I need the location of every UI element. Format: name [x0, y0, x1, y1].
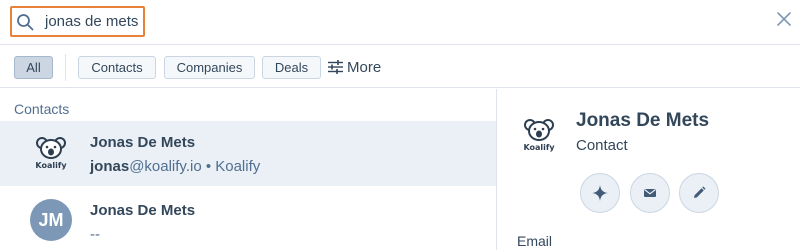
search-query: jonas de mets	[45, 13, 139, 30]
email-rest: @koalify.io • Koalify	[129, 158, 261, 175]
company-logo: Koalify	[523, 117, 555, 152]
list-item[interactable]: JM Jonas De Mets --	[0, 186, 496, 250]
filter-deals-button[interactable]: Deals	[262, 56, 321, 79]
filter-bar: All Contacts Companies Deals More	[0, 45, 800, 88]
koala-icon	[36, 137, 66, 159]
filter-all-button[interactable]: All	[14, 56, 53, 79]
list-item[interactable]: Koalify Jonas De Mets jonas@koalify.io •…	[0, 121, 496, 186]
sparkle-icon	[592, 185, 608, 201]
logo-text: Koalify	[35, 161, 67, 170]
search-icon	[17, 14, 34, 31]
filter-divider	[65, 54, 66, 81]
avatar: JM	[30, 199, 72, 241]
search-bar: jonas de mets	[0, 0, 800, 45]
section-label-contacts: Contacts	[14, 101, 70, 117]
company-logo: Koalify	[30, 135, 72, 177]
search-input[interactable]: jonas de mets	[10, 6, 145, 37]
logo-text: Koalify	[523, 143, 555, 152]
email-button[interactable]	[630, 173, 670, 213]
edit-button[interactable]	[679, 173, 719, 213]
pencil-icon	[694, 186, 706, 198]
filter-contacts-button[interactable]: Contacts	[78, 56, 156, 79]
email-match: jonas	[90, 158, 130, 175]
preview-name: Jonas De Mets	[576, 110, 710, 131]
more-label: More	[347, 58, 382, 76]
contact-name: Jonas De Mets	[90, 202, 196, 219]
email-label: Email	[517, 233, 553, 249]
more-filters-button[interactable]: More	[328, 57, 381, 77]
preview-type: Contact	[576, 137, 628, 154]
preview-panel: Koalify Jonas De Mets Contact Email	[498, 89, 800, 250]
ai-assist-button[interactable]	[580, 173, 620, 213]
contact-subtitle: --	[90, 226, 100, 243]
close-icon[interactable]	[776, 11, 792, 27]
contact-email: jonas@koalify.io • Koalify	[90, 158, 260, 175]
filter-companies-button[interactable]: Companies	[164, 56, 255, 79]
sliders-icon	[328, 60, 343, 74]
koala-icon	[524, 119, 554, 141]
contact-name: Jonas De Mets	[90, 134, 196, 151]
results-list: Contacts Koalify Jonas De Mets jonas@koa…	[0, 89, 497, 250]
email-icon	[644, 189, 656, 197]
